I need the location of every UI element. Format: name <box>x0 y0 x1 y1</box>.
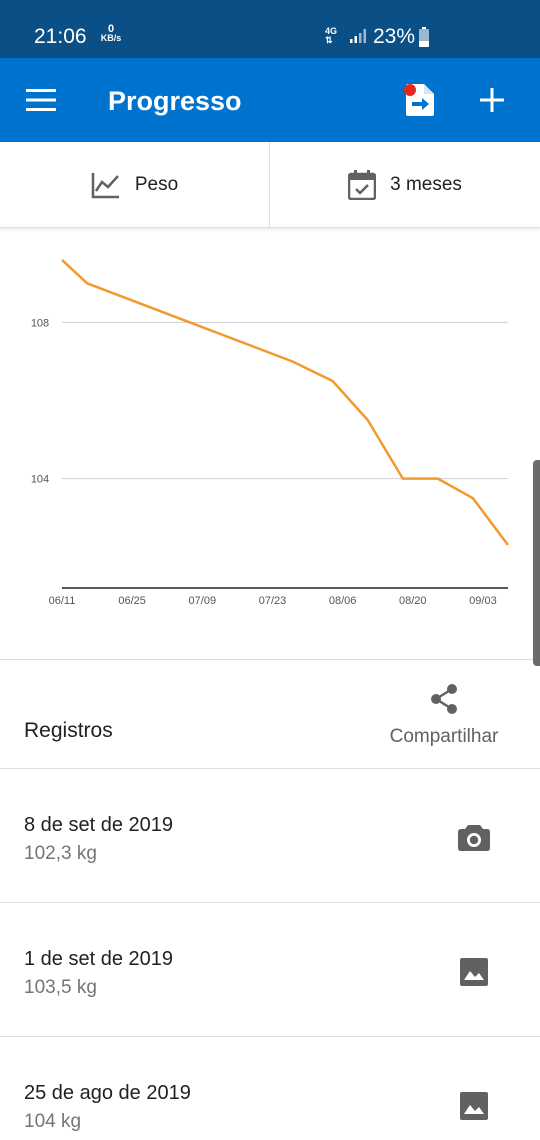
app-bar: Progresso <box>0 58 540 142</box>
record-row[interactable]: 1 de set de 2019 103,5 kg <box>0 904 540 1037</box>
range-selector[interactable]: 3 meses <box>270 142 540 227</box>
notification-dot <box>404 84 416 96</box>
chart-svg: 108 104 06/11 06/25 07/09 07/23 08/06 08/20 09/0… <box>31 258 509 607</box>
export-button[interactable] <box>396 76 444 124</box>
metric-selector[interactable]: Peso <box>0 142 269 227</box>
record-photo-button[interactable] <box>456 822 492 854</box>
camera-icon <box>458 825 490 851</box>
add-button[interactable] <box>468 76 516 124</box>
battery-icon <box>418 27 430 52</box>
record-date: 8 de set de 2019 <box>24 814 174 836</box>
y-tick-label: 108 <box>31 317 49 329</box>
x-tick-label: 07/23 <box>259 595 287 607</box>
x-tick-label: 06/11 <box>49 595 76 607</box>
filter-bar: Peso 3 meses <box>0 142 540 228</box>
status-time: 21:06 <box>34 25 87 48</box>
share-label: Compartilhar <box>389 726 499 747</box>
y-tick-label: 104 <box>31 474 49 486</box>
record-date: 1 de set de 2019 <box>24 948 174 970</box>
record-row[interactable]: 8 de set de 2019 102,3 kg <box>0 770 540 903</box>
records-title: Registros <box>24 719 113 742</box>
record-date: 25 de ago de 2019 <box>24 1082 191 1104</box>
network-arrows-icon: ⇅ <box>325 35 333 45</box>
record-weight: 103,5 kg <box>24 977 97 998</box>
x-tick-label: 09/03 <box>469 595 497 607</box>
image-icon <box>460 958 488 986</box>
record-weight: 104 kg <box>24 1111 82 1132</box>
plus-icon <box>480 88 504 112</box>
line-chart-icon <box>91 172 119 198</box>
signal-icon <box>349 29 367 48</box>
image-icon <box>460 1092 488 1120</box>
page-title: Progresso <box>108 86 242 116</box>
x-tick-label: 08/06 <box>329 595 357 607</box>
status-bar: 21:06 0 KB/s 4G ⇅ 23% <box>0 0 540 58</box>
x-tick-label: 07/09 <box>189 595 217 607</box>
status-data-rate: 0 KB/s <box>100 24 122 43</box>
status-network: 4G ⇅ <box>325 27 337 45</box>
record-photo-button[interactable] <box>456 1090 492 1122</box>
record-photo-button[interactable] <box>456 956 492 988</box>
status-battery-percent: 23% <box>373 25 416 48</box>
chart-divider <box>0 659 540 660</box>
range-label: 3 meses <box>390 173 462 195</box>
share-button[interactable]: Compartilhar <box>374 676 514 756</box>
weight-series-line <box>61 258 509 546</box>
scroll-handle[interactable] <box>533 460 540 666</box>
weight-chart: 108 104 06/11 06/25 07/09 07/23 08/06 08/20 09/0… <box>0 232 540 652</box>
x-tick-label: 06/25 <box>118 595 146 607</box>
status-data-rate-unit: KB/s <box>100 33 122 43</box>
menu-button[interactable] <box>18 80 64 120</box>
metric-label: Peso <box>134 173 179 195</box>
x-tick-label: 08/20 <box>399 595 427 607</box>
share-icon <box>431 684 457 714</box>
records-divider <box>0 768 540 769</box>
record-row[interactable]: 25 de ago de 2019 104 kg <box>0 1038 540 1140</box>
record-weight: 102,3 kg <box>24 843 97 864</box>
calendar-check-icon <box>348 169 377 200</box>
hamburger-menu-icon <box>26 89 56 111</box>
